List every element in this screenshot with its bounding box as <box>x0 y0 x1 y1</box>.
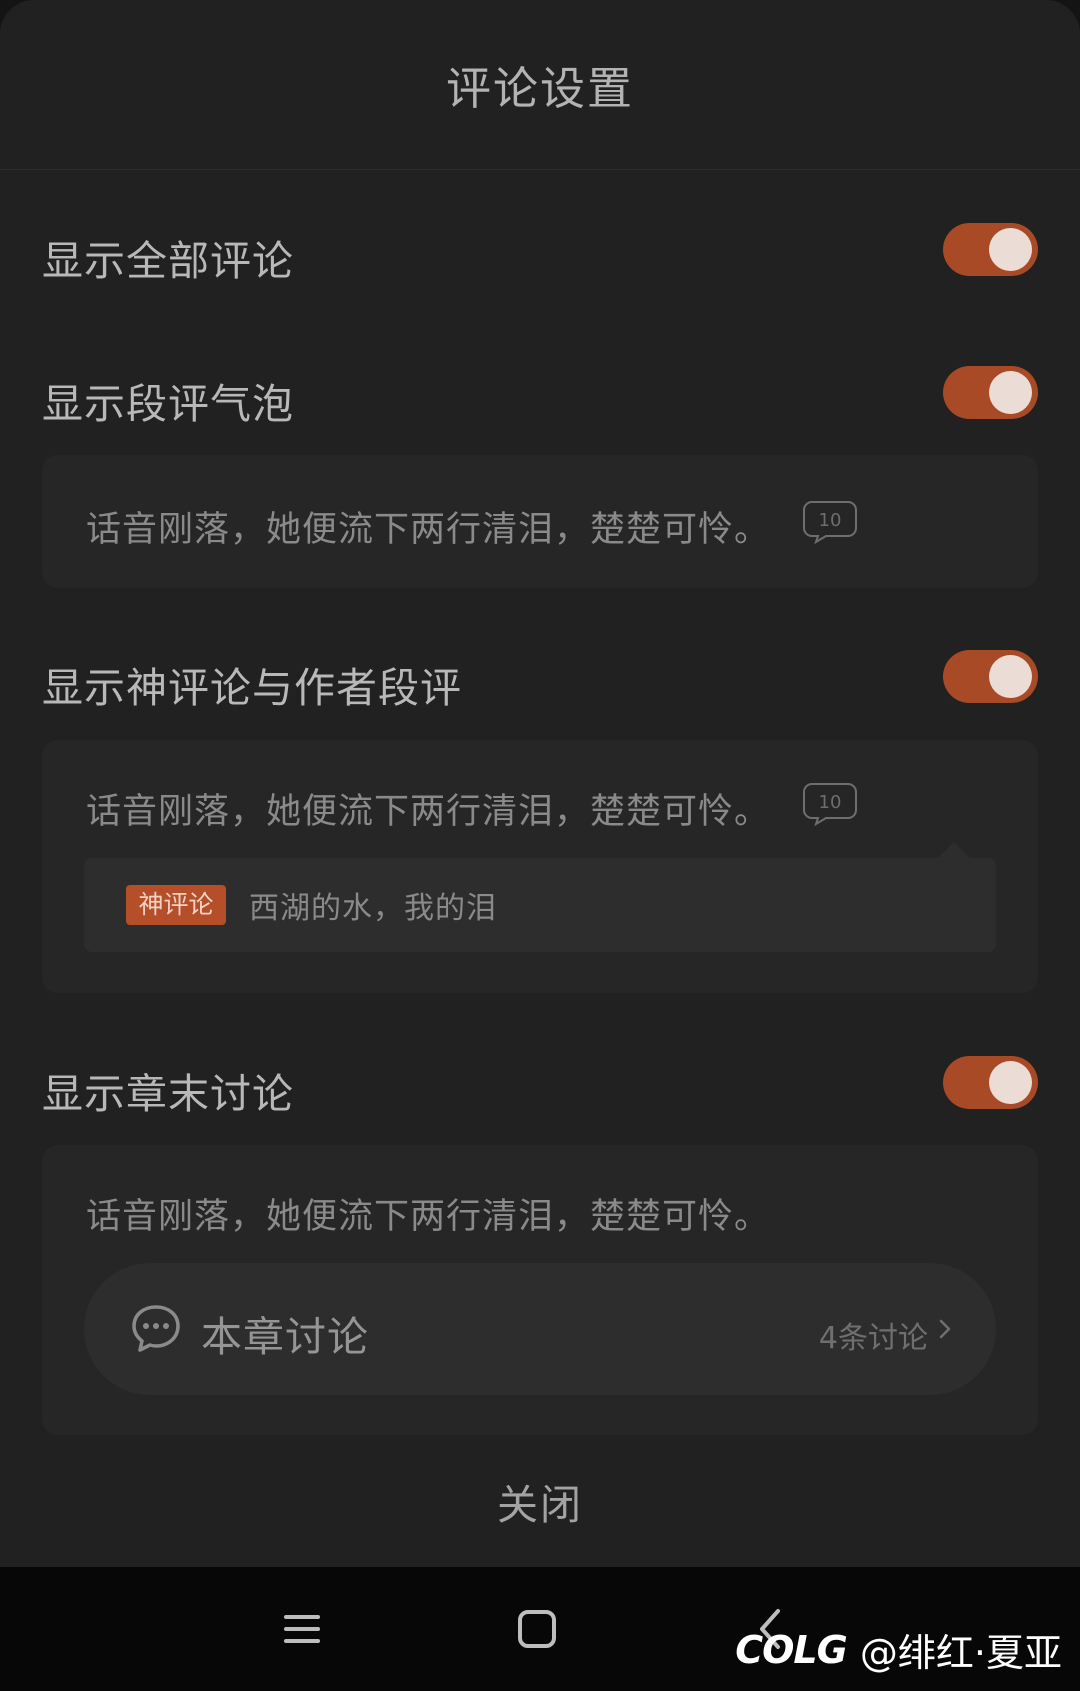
toggle-knob <box>989 371 1032 414</box>
preview-card-chapter-discussion: 话音刚落，她便流下两行清泪，楚楚可怜。 本章讨论 4条讨论 <box>42 1145 1038 1435</box>
setting-row-show-all-comments: 显示全部评论 <box>42 223 1038 285</box>
toggle-paragraph-bubble[interactable] <box>943 366 1038 419</box>
god-comment-text: 西湖的水，我的泪 <box>249 891 497 926</box>
god-comment-tag: 神评论 <box>126 885 226 925</box>
toggle-show-all-comments[interactable] <box>943 223 1038 276</box>
preview-card-god-comments: 话音刚落，她便流下两行清泪，楚楚可怜。 10 神评论 西湖的水，我的泪 <box>42 740 1038 993</box>
toggle-knob <box>989 228 1032 271</box>
home-square-icon[interactable] <box>505 1597 569 1661</box>
setting-row-chapter-discussion: 显示章末讨论 <box>42 1056 1038 1118</box>
watermark-text: @绯红·夏亚 <box>859 1631 1062 1675</box>
setting-label: 显示全部评论 <box>42 237 294 285</box>
chat-bubble-icon <box>130 1303 182 1355</box>
setting-label: 显示神评论与作者段评 <box>42 664 462 712</box>
watermark-logo: COLG <box>735 1627 848 1672</box>
setting-label: 显示段评气泡 <box>42 380 294 428</box>
close-button[interactable]: 关闭 <box>390 1470 690 1540</box>
god-comment-pointer <box>938 842 970 858</box>
toggle-chapter-discussion[interactable] <box>943 1056 1038 1109</box>
preview-sentence: 话音刚落，她便流下两行清泪，楚楚可怜。 <box>86 792 771 832</box>
preview-sentence: 话音刚落，她便流下两行清泪，楚楚可怜。 <box>86 510 771 550</box>
chevron-right-icon <box>932 1316 958 1342</box>
svg-text:10: 10 <box>819 792 842 813</box>
menu-icon[interactable] <box>270 1597 334 1661</box>
sheet-title: 评论设置 <box>445 62 634 115</box>
chapter-discussion-entry[interactable]: 本章讨论 4条讨论 <box>84 1263 996 1395</box>
toggle-knob <box>989 655 1032 698</box>
watermark: COLG @绯红·夏亚 <box>735 1622 1062 1676</box>
toggle-knob <box>989 1061 1032 1104</box>
comment-bubble-icon: 10 <box>802 500 858 544</box>
preview-sentence: 话音刚落，她便流下两行清泪，楚楚可怜。 <box>86 1197 771 1237</box>
chapter-discussion-label: 本章讨论 <box>201 1313 369 1361</box>
setting-row-paragraph-bubble: 显示段评气泡 <box>42 366 1038 428</box>
setting-row-god-comments: 显示神评论与作者段评 <box>42 650 1038 712</box>
comment-bubble-icon: 10 <box>802 782 858 826</box>
preview-card-paragraph-bubble: 话音刚落，她便流下两行清泪，楚楚可怜。 10 <box>42 455 1038 588</box>
god-comment-box: 神评论 西湖的水，我的泪 <box>84 858 996 952</box>
setting-label: 显示章末讨论 <box>42 1070 294 1118</box>
chapter-discussion-count: 4条讨论 <box>818 1321 928 1356</box>
svg-text:10: 10 <box>819 510 842 531</box>
sheet-header: 评论设置 <box>0 0 1080 170</box>
toggle-god-comments[interactable] <box>943 650 1038 703</box>
comment-settings-sheet: 评论设置 显示全部评论 显示段评气泡 话音刚落，她便流下两行清泪，楚楚可怜。 1… <box>0 0 1080 1567</box>
